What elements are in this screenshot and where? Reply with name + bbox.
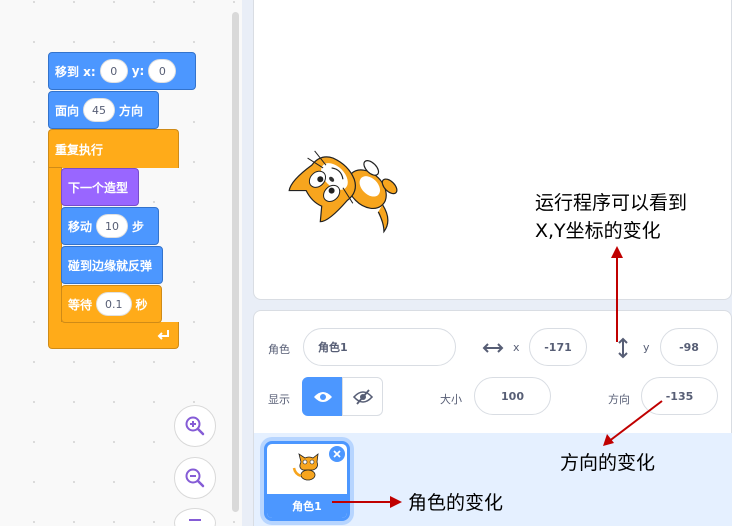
point-direction-block[interactable]: 面向 45 方向	[48, 91, 159, 129]
forever-arm	[48, 167, 62, 323]
delete-sprite-icon	[333, 450, 341, 458]
x-position-input[interactable]: -171	[529, 328, 587, 366]
goto-y-label: y:	[131, 64, 145, 78]
goto-x-input[interactable]: 0	[99, 59, 128, 83]
horizontal-arrows-icon	[482, 343, 504, 353]
size-input[interactable]: 100	[474, 377, 551, 415]
sprite-info-panel: 角色 角色1 x -171 y -98 显示 大小 100 方向 -135	[253, 310, 732, 434]
direction-annotation: 方向的变化	[560, 452, 656, 474]
loop-arrow-icon	[157, 330, 169, 340]
delete-sprite-button[interactable]	[329, 446, 345, 462]
show-label: 显示	[268, 393, 290, 406]
size-label: 大小	[440, 393, 462, 406]
wait-block[interactable]: 等待 0.1 秒	[61, 285, 162, 323]
eye-hidden-icon	[352, 388, 373, 405]
eye-icon	[313, 391, 332, 402]
next-costume-block[interactable]: 下一个造型	[61, 168, 139, 206]
zoom-in-icon	[185, 416, 205, 436]
move-suffix: 步	[132, 219, 145, 234]
sprite-name-input[interactable]: 角色1	[303, 328, 456, 366]
sprite-annotation: 角色的变化	[408, 492, 504, 514]
xy-annotation-line2: X,Y坐标的变化	[535, 220, 661, 242]
sprite-thumb-cat-icon	[292, 453, 319, 481]
point-label: 面向	[55, 103, 80, 118]
forever-block[interactable]: 重复执行	[48, 129, 179, 168]
next-costume-label: 下一个造型	[68, 180, 129, 195]
goto-xy-block[interactable]: 移到 x: 0 y: 0	[48, 52, 196, 90]
x-label: x	[513, 341, 520, 354]
point-suffix: 方向	[119, 103, 144, 118]
direction-input[interactable]: -135	[641, 377, 718, 415]
show-button[interactable]	[302, 377, 343, 416]
code-area: 移到 x: 0 y: 0 面向 45 方向 重复执行 下一个造型 移动 10 步…	[0, 0, 242, 526]
hide-button[interactable]	[342, 377, 383, 416]
xy-annotation-line1: 运行程序可以看到	[535, 192, 688, 214]
forever-bottom	[48, 322, 179, 349]
sprite-name-label: 角色	[268, 343, 290, 356]
point-direction-input[interactable]: 45	[83, 98, 116, 122]
zoom-out-button[interactable]	[174, 457, 216, 499]
y-position-input[interactable]: -98	[660, 328, 718, 366]
zoom-in-button[interactable]	[174, 405, 216, 447]
move-steps-input[interactable]: 10	[96, 214, 129, 238]
reset-zoom-icon	[189, 519, 201, 521]
bounce-block[interactable]: 碰到边缘就反弹	[61, 246, 163, 284]
direction-label: 方向	[608, 393, 630, 406]
wait-label: 等待	[68, 297, 93, 312]
sprite-thumb-label: 角色1	[267, 494, 347, 518]
bounce-label: 碰到边缘就反弹	[68, 258, 153, 273]
forever-label: 重复执行	[55, 142, 104, 157]
y-label: y	[643, 341, 650, 354]
code-scrollbar[interactable]	[232, 12, 239, 512]
cat-sprite-icon	[288, 150, 398, 234]
reset-zoom-button[interactable]	[174, 508, 216, 526]
goto-y-input[interactable]: 0	[148, 59, 177, 83]
move-steps-block[interactable]: 移动 10 步	[61, 207, 159, 245]
move-label: 移动	[68, 219, 93, 234]
goto-label: 移到 x:	[55, 64, 96, 79]
wait-seconds-input[interactable]: 0.1	[96, 292, 132, 316]
vertical-arrows-icon	[618, 337, 628, 359]
wait-suffix: 秒	[135, 297, 148, 312]
zoom-out-icon	[185, 468, 205, 488]
stage[interactable]	[253, 0, 732, 300]
